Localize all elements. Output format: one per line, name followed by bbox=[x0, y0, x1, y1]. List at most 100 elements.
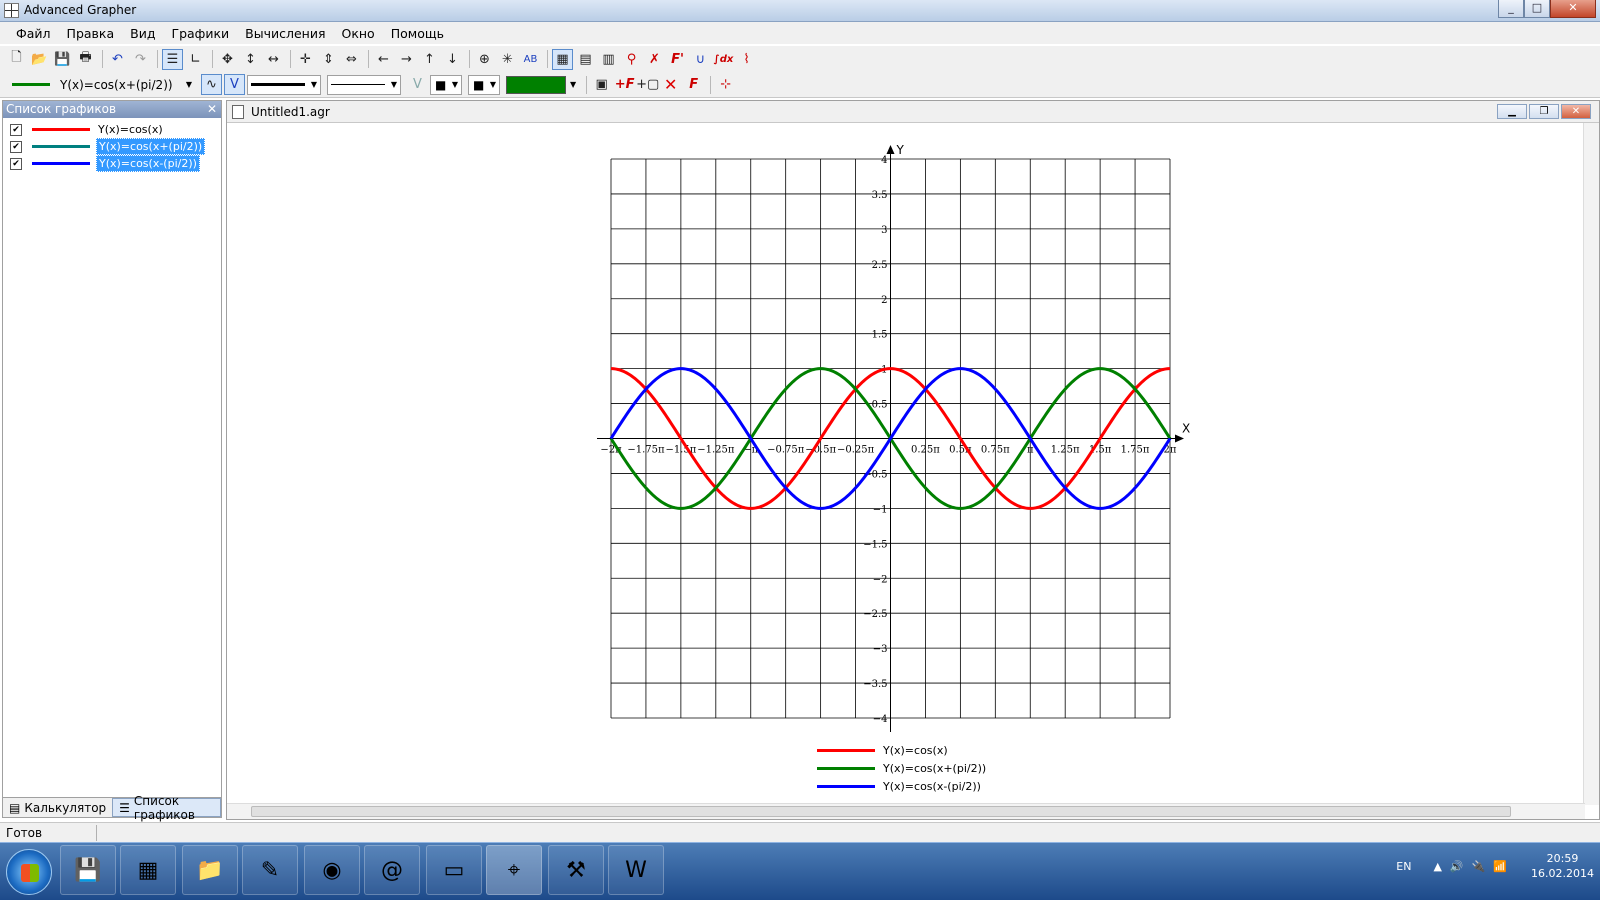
marker-select[interactable]: ■ ▼ bbox=[430, 74, 462, 95]
table-icon[interactable]: ▥ bbox=[598, 49, 619, 70]
zoom-in-icon[interactable]: ✛ bbox=[295, 49, 316, 70]
point-style-icon[interactable]: V bbox=[407, 74, 428, 95]
arrow-left-icon[interactable]: ← bbox=[373, 49, 394, 70]
tray-icons[interactable]: ▲🔊🔌📶 bbox=[1433, 860, 1515, 873]
graph-color-picker[interactable] bbox=[506, 75, 566, 94]
graph-visible-checkbox[interactable]: ✔ bbox=[10, 140, 22, 153]
taskbar-mail-icon[interactable]: @ bbox=[364, 845, 420, 895]
taskbar-chrome-icon[interactable]: ◉ bbox=[304, 845, 360, 895]
new-file-icon[interactable]: 🗋 bbox=[6, 49, 27, 70]
graph-list-item[interactable]: ✔ Y(x)=cos(x-(pi/2)) bbox=[3, 155, 221, 172]
labels-icon[interactable]: AB bbox=[520, 49, 541, 70]
analysis-icon[interactable]: ⚲ bbox=[621, 49, 642, 70]
chart-legend: Y(x)=cos(x) Y(x)=cos(x+(pi/2)) Y(x)=cos(… bbox=[817, 741, 986, 795]
y-tick-label: −3 bbox=[873, 644, 888, 655]
move-horizontal-icon[interactable]: ↔ bbox=[263, 49, 284, 70]
center-icon[interactable]: ⊕ bbox=[474, 49, 495, 70]
statistics-icon[interactable]: ⌇ bbox=[736, 49, 757, 70]
minimize-button[interactable]: _ bbox=[1498, 0, 1524, 18]
start-button[interactable] bbox=[6, 849, 52, 895]
taskbar-folder-icon[interactable]: 📁 bbox=[182, 845, 238, 895]
taskbar-presentation-icon[interactable]: ▭ bbox=[426, 845, 482, 895]
tab-graph-list[interactable]: ☰ Список графиков bbox=[112, 794, 221, 822]
close-button[interactable]: ✕ bbox=[1550, 0, 1596, 18]
panel-close-icon[interactable]: ✕ bbox=[207, 101, 217, 118]
add-graph-icon[interactable]: +F bbox=[614, 74, 635, 95]
taskbar-grapher-icon[interactable]: ⌖ bbox=[486, 845, 542, 895]
arrow-up-icon[interactable]: ↑ bbox=[419, 49, 440, 70]
language-indicator[interactable]: EN bbox=[1396, 860, 1411, 873]
menu-file[interactable]: Файл bbox=[8, 26, 59, 41]
menu-help[interactable]: Помощь bbox=[383, 26, 452, 41]
tab-calculator-label: Калькулятор bbox=[24, 800, 107, 815]
curve-style-icon[interactable]: ∿ bbox=[201, 74, 222, 95]
taskbar-calculator-icon[interactable]: ▦ bbox=[120, 845, 176, 895]
y-tick-label: 4 bbox=[881, 155, 887, 166]
move-vertical-icon[interactable]: ↕ bbox=[240, 49, 261, 70]
tangent-icon[interactable]: ∪ bbox=[690, 49, 711, 70]
graph-plot-area[interactable]: XY−2π −1.75π −1.5π −1.25π −π −0.75π −0.5π −0.25… bbox=[227, 123, 1585, 805]
doc-minimize-button[interactable]: ▁ bbox=[1497, 104, 1527, 119]
redo-icon[interactable]: ↷ bbox=[130, 49, 151, 70]
menu-window[interactable]: Окно bbox=[334, 26, 383, 41]
graph-list-item[interactable]: ✔ Y(x)=cos(x+(pi/2)) bbox=[3, 138, 221, 155]
zoom-vertical-icon[interactable]: ⇕ bbox=[318, 49, 339, 70]
graph-list-item[interactable]: ✔ Y(x)=cos(x) bbox=[3, 121, 221, 138]
legend-entry: Y(x)=cos(x) bbox=[817, 741, 986, 759]
maximize-button[interactable]: □ bbox=[1524, 0, 1550, 18]
horizontal-scrollbar[interactable] bbox=[227, 803, 1585, 819]
curve-vertex-icon[interactable]: V bbox=[224, 74, 245, 95]
legend-label: Y(x)=cos(x-(pi/2)) bbox=[883, 779, 981, 793]
line-width-select[interactable]: ▼ bbox=[247, 74, 321, 95]
doc-close-button[interactable]: ✕ bbox=[1561, 104, 1591, 119]
print-icon[interactable]: 🖶 bbox=[75, 49, 96, 70]
function-select[interactable]: Y(x)=cos(x+(pi/2)) ▼ bbox=[60, 75, 195, 95]
doc-restore-button[interactable]: ❐ bbox=[1529, 104, 1559, 119]
fit-icon[interactable]: ✳ bbox=[497, 49, 518, 70]
delete-graph-icon[interactable]: ✕ bbox=[660, 74, 681, 95]
graph-properties-icon[interactable]: ▣ bbox=[591, 74, 612, 95]
arrow-down-icon[interactable]: ↓ bbox=[442, 49, 463, 70]
menu-edit[interactable]: Правка bbox=[59, 26, 123, 41]
taskbar-word-icon[interactable]: W bbox=[608, 845, 664, 895]
menu-graphs[interactable]: Графики bbox=[163, 26, 237, 41]
graph-visible-checkbox[interactable]: ✔ bbox=[10, 123, 22, 136]
taskbar-floppy-icon[interactable]: 💾 bbox=[60, 845, 116, 895]
grid-icon[interactable]: ▦ bbox=[552, 48, 573, 70]
save-icon[interactable]: 💾 bbox=[52, 49, 73, 70]
trace-icon[interactable]: ⊹ bbox=[715, 74, 736, 95]
zoom-horizontal-icon[interactable]: ⇔ bbox=[341, 49, 362, 70]
arrow-right-icon[interactable]: → bbox=[396, 49, 417, 70]
derivative-icon[interactable]: F' bbox=[667, 49, 688, 70]
intersection-icon[interactable]: ✗ bbox=[644, 49, 665, 70]
taskbar-pen-icon[interactable]: ✎ bbox=[242, 845, 298, 895]
calculator-icon[interactable]: ▤ bbox=[575, 49, 596, 70]
taskbar-tools-icon[interactable]: ⚒ bbox=[548, 845, 604, 895]
marker-size-select[interactable]: ■ ▼ bbox=[468, 74, 500, 95]
move-icon[interactable]: ✥ bbox=[217, 49, 238, 70]
open-file-icon[interactable]: 📂 bbox=[29, 49, 50, 70]
line-style-select[interactable]: ▼ bbox=[327, 74, 401, 95]
y-tick-label: −2.5 bbox=[863, 609, 887, 620]
edit-function-icon[interactable]: F bbox=[683, 74, 704, 95]
menu-view[interactable]: Вид bbox=[122, 26, 163, 41]
integral-icon[interactable]: ∫dx bbox=[713, 49, 734, 70]
system-tray: EN ▲🔊🔌📶 20:59 16.02.2014 bbox=[1396, 851, 1594, 881]
add-table-icon[interactable]: +▢ bbox=[636, 74, 659, 95]
graph-formula: Y(x)=cos(x+(pi/2)) bbox=[96, 138, 206, 155]
legend-label: Y(x)=cos(x+(pi/2)) bbox=[883, 761, 987, 775]
clock[interactable]: 20:59 16.02.2014 bbox=[1531, 851, 1594, 881]
title-bar: Advanced Grapher _ □ ✕ bbox=[0, 0, 1600, 22]
tab-calculator[interactable]: ▤ Калькулятор bbox=[3, 798, 112, 817]
axes-icon[interactable]: ∟ bbox=[185, 49, 206, 70]
horizontal-scroll-thumb[interactable] bbox=[251, 806, 1511, 817]
graph-visible-checkbox[interactable]: ✔ bbox=[10, 157, 22, 170]
graph-list-icon[interactable]: ☰ bbox=[162, 48, 183, 70]
y-axis-arrow bbox=[886, 145, 895, 154]
y-tick-label: 0.5 bbox=[872, 400, 888, 411]
menu-calculations[interactable]: Вычисления bbox=[237, 26, 333, 41]
undo-icon[interactable]: ↶ bbox=[107, 49, 128, 70]
graph-list-panel: Список графиков ✕ ✔ Y(x)=cos(x) ✔ Y(x)=c… bbox=[2, 100, 222, 822]
vertical-scrollbar[interactable] bbox=[1583, 123, 1599, 805]
graph-color-swatch bbox=[32, 145, 90, 148]
